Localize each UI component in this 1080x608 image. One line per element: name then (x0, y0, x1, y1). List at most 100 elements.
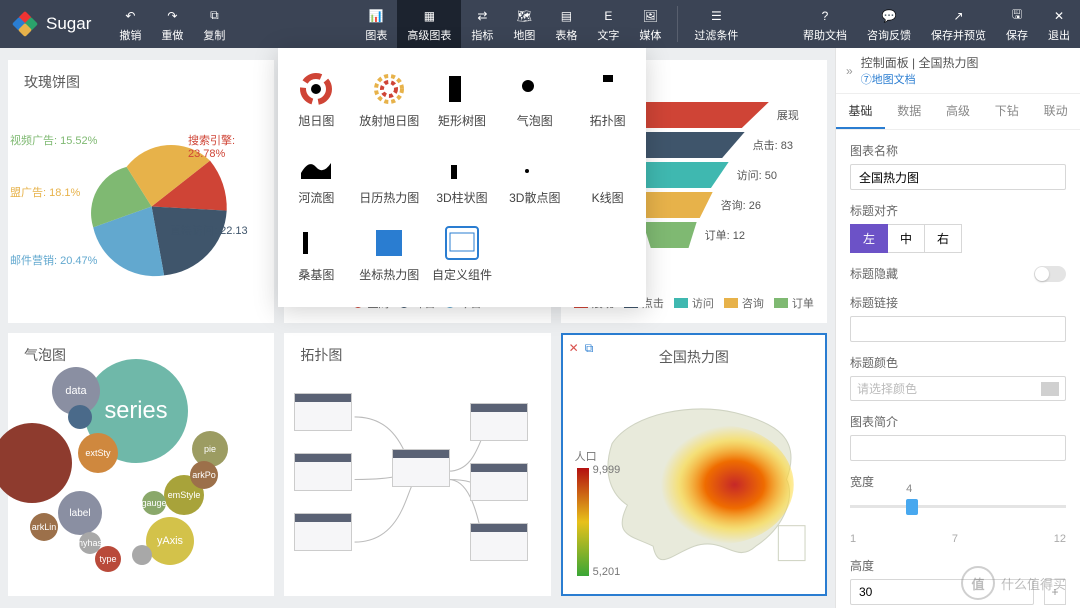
toolbar-text[interactable]: E文字 (587, 0, 629, 48)
panel-title: 控制面板 | 全国热力图 (861, 54, 1070, 71)
toolbar-help[interactable]: ?帮助文档 (793, 0, 857, 48)
pie-label: 直接访问: 22.13 (170, 222, 248, 238)
bubble: hyhas (79, 532, 101, 554)
3dbar-icon (445, 149, 479, 183)
chart-type-3dscatter[interactable]: 3D散点图 (498, 139, 571, 216)
toolbar-metric[interactable]: ⇄指标 (461, 0, 503, 48)
help-link[interactable]: ⑦地图文档 (861, 71, 1070, 87)
card-topology[interactable]: 拓扑图 (284, 333, 550, 596)
legend-max: 9,999 (593, 464, 621, 476)
undo-icon: ↶ (121, 7, 139, 25)
tab-下钻[interactable]: 下钻 (982, 94, 1031, 129)
save-icon: 🖫 (1008, 7, 1026, 25)
card-title: 拓扑图 (284, 333, 550, 373)
bubble (0, 423, 72, 503)
toolbar-undo[interactable]: ↶撤销 (109, 0, 151, 48)
align-中[interactable]: 中 (888, 224, 925, 253)
toolbar-feedback[interactable]: 💬咨询反馈 (857, 0, 921, 48)
field-label: 宽度 (850, 473, 1066, 490)
toolbar-map[interactable]: 🗺地图 (503, 0, 545, 48)
toolbar-save[interactable]: 🖫保存 (996, 0, 1038, 48)
align-左[interactable]: 左 (850, 224, 888, 253)
chart-type-rsunburst[interactable]: 放射旭日图 (353, 62, 426, 139)
toolbar-copy[interactable]: ⧉复制 (193, 0, 235, 48)
field-label: 标题颜色 (850, 354, 1066, 371)
toolbar-filter[interactable]: ☰过滤条件 (684, 0, 748, 48)
feedback-icon: 💬 (880, 7, 898, 25)
card-title: 全国热力图 (563, 335, 825, 375)
bubble: arkLin (30, 513, 58, 541)
pie-label: 视频广告: 15.52% (10, 132, 97, 148)
tab-联动[interactable]: 联动 (1031, 94, 1080, 129)
3dscatter-icon (518, 149, 552, 183)
sankey-icon (299, 226, 333, 260)
close-icon[interactable]: ✕ (569, 341, 579, 356)
chart-icon: 📊 (367, 7, 385, 25)
tab-数据[interactable]: 数据 (885, 94, 934, 129)
chart-type-dropdown: 旭日图放射旭日图矩形树图气泡图拓扑图河流图日历热力图3D柱状图3D散点图K线图桑… (278, 48, 646, 307)
collapse-icon[interactable]: » (846, 64, 853, 78)
brand-text: Sugar (46, 14, 91, 34)
treemap-icon (445, 72, 479, 106)
rsunburst-icon (372, 72, 406, 106)
card-bubble[interactable]: 气泡图 seriesdatapieextStyyAxislabelemStyle… (8, 333, 274, 596)
savepre-icon: ↗ (950, 7, 968, 25)
chart-type-custom[interactable]: 自定义组件 (426, 216, 499, 293)
exit-icon: ✕ (1050, 7, 1068, 25)
duplicate-icon[interactable]: ⧉ (585, 341, 594, 356)
funnel-row: 咨询: 26 (627, 190, 761, 220)
chart-type-bubble[interactable]: 气泡图 (498, 62, 571, 139)
chart-type-sankey[interactable]: 桑基图 (280, 216, 353, 293)
chart-type-calendar[interactable]: 日历热力图 (353, 139, 426, 216)
toolbar-savepre[interactable]: ↗保存并预览 (921, 0, 996, 48)
advchart-icon: ▦ (420, 7, 438, 25)
heatxy-icon (372, 226, 406, 260)
toolbar-table[interactable]: ▤表格 (545, 0, 587, 48)
chart-type-treemap[interactable]: 矩形树图 (426, 62, 499, 139)
toolbar-redo[interactable]: ↷重做 (151, 0, 193, 48)
map-icon: 🗺 (515, 7, 533, 25)
toolbar-exit[interactable]: ✕退出 (1038, 0, 1080, 48)
metric-icon: ⇄ (473, 7, 491, 25)
card-rose-pie[interactable]: 玫瑰饼图 搜索引擎: 23.78%视频广告: 15.52%盟广告: 18.1%直… (8, 60, 274, 323)
legend-min: 5,201 (593, 566, 621, 578)
tab-基础[interactable]: 基础 (836, 94, 885, 129)
legend-title: 人口 (575, 448, 597, 464)
media-icon: 🖼 (641, 7, 659, 25)
logo-icon (14, 13, 36, 35)
tab-高级[interactable]: 高级 (934, 94, 983, 129)
card-china-heatmap[interactable]: ✕ ⧉ 全国热力图 人口 9,999 (561, 333, 827, 596)
bubble (68, 405, 92, 429)
title-link-input[interactable] (850, 316, 1066, 342)
chart-type-kline[interactable]: K线图 (571, 139, 644, 216)
chart-name-input[interactable] (850, 164, 1066, 190)
bubble: extSty (78, 433, 118, 473)
custom-icon (445, 226, 479, 260)
topbar: Sugar ↶撤销↷重做⧉复制 📊图表▦高级图表⇄指标🗺地图▤表格E文字🖼媒体 ☰… (0, 0, 1080, 48)
chart-type-river[interactable]: 河流图 (280, 139, 353, 216)
toolbar-media[interactable]: 🖼媒体 (629, 0, 671, 48)
bubble: gauge (142, 491, 166, 515)
bubble: type (95, 546, 121, 572)
title-color-picker[interactable]: 请选择颜色 (850, 376, 1066, 401)
hide-title-switch[interactable] (1034, 266, 1066, 282)
align-右[interactable]: 右 (925, 224, 962, 253)
bubble: arkPo (190, 461, 218, 489)
width-slider[interactable]: 4 (850, 495, 1066, 517)
chart-desc-input[interactable] (850, 435, 1066, 461)
right-panel: » 控制面板 | 全国热力图 ⑦地图文档 基础数据高级下钻联动 图表名称 标题对… (835, 48, 1080, 608)
chart-type-topo[interactable]: 拓扑图 (571, 62, 644, 139)
toolbar-advchart[interactable]: ▦高级图表 (397, 0, 461, 48)
toolbar-chart[interactable]: 📊图表 (355, 0, 397, 48)
chart-type-3dbar[interactable]: 3D柱状图 (426, 139, 499, 216)
field-label: 标题链接 (850, 294, 1066, 311)
redo-icon: ↷ (163, 7, 181, 25)
pie-label: 搜索引擎: 23.78% (188, 132, 266, 160)
bubble (132, 545, 152, 565)
bubble: yAxis (146, 517, 194, 565)
chart-type-heatxy[interactable]: 坐标热力图 (353, 216, 426, 293)
bubble: label (58, 491, 102, 535)
heat-gradient (577, 468, 589, 576)
brand: Sugar (0, 0, 109, 48)
chart-type-sunburst[interactable]: 旭日图 (280, 62, 353, 139)
